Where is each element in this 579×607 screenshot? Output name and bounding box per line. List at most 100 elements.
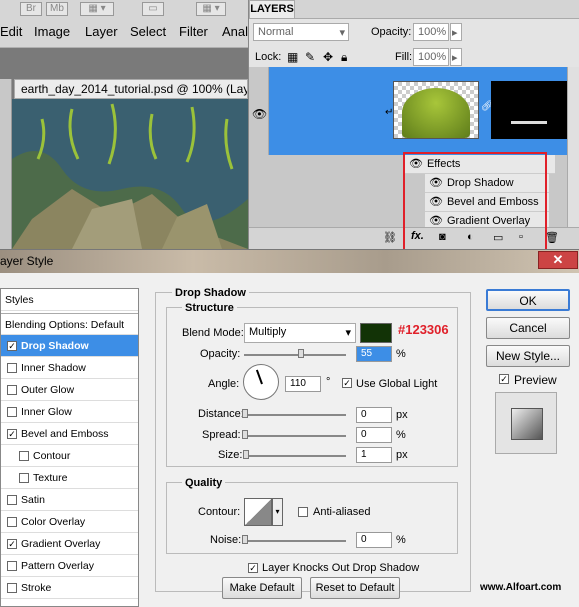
menu-analysis[interactable]: Anal — [222, 24, 248, 39]
style-item-inner-glow[interactable]: Inner Glow — [1, 401, 138, 423]
style-item-bevel-and-emboss[interactable]: ✓ Bevel and Emboss — [1, 423, 138, 445]
mini-bridge-button[interactable]: Mb — [46, 2, 68, 16]
opacity-slider[interactable] — [244, 354, 346, 356]
lock-transparent-icon[interactable]: ▦ — [287, 50, 298, 64]
style-item-gradient-overlay[interactable]: ✓ Gradient Overlay — [1, 533, 138, 555]
style-item-texture[interactable]: Texture — [1, 467, 138, 489]
layers-scrollbar[interactable] — [567, 67, 579, 227]
arrange-button[interactable]: ▦ ▾ — [196, 2, 226, 16]
style-checkbox[interactable] — [19, 473, 29, 483]
style-item-color-overlay[interactable]: Color Overlay — [1, 511, 138, 533]
fill-arrow[interactable]: ▸ — [450, 48, 462, 66]
lock-label: Lock: — [255, 51, 282, 63]
layer-mask-thumbnail[interactable] — [491, 81, 577, 139]
contour-dropdown[interactable]: ▾ — [272, 498, 283, 526]
tools-panel[interactable] — [0, 79, 12, 249]
spread-slider-knob[interactable] — [242, 430, 248, 439]
menu-layer[interactable]: Layer — [85, 24, 118, 39]
link-layers-icon[interactable]: ⛓︎ — [383, 231, 397, 244]
style-item-stroke[interactable]: Stroke — [1, 577, 138, 599]
distance-slider-knob[interactable] — [242, 409, 248, 418]
style-checkbox[interactable]: ✓ — [7, 539, 17, 549]
style-checkbox[interactable] — [7, 407, 17, 417]
style-checkbox[interactable]: ✓ — [7, 341, 17, 351]
anti-aliased-checkbox[interactable] — [298, 507, 308, 517]
view-extras-button[interactable]: ▦ ▾ — [80, 2, 114, 16]
style-checkbox[interactable] — [19, 451, 29, 461]
new-style-button[interactable]: New Style... — [486, 345, 570, 367]
reset-default-button[interactable]: Reset to Default — [310, 577, 400, 599]
contour-label: Contour: — [198, 506, 241, 518]
style-checkbox[interactable] — [7, 517, 17, 527]
noise-input[interactable]: 0 — [356, 532, 392, 548]
opacity-arrow[interactable]: ▸ — [450, 23, 462, 41]
angle-dial[interactable] — [243, 364, 279, 400]
layers-tab[interactable]: LAYERS — [249, 0, 295, 18]
bridge-button[interactable]: Br — [20, 2, 42, 16]
menu-filter[interactable]: Filter — [179, 24, 208, 39]
shadow-color-swatch[interactable] — [360, 323, 392, 343]
size-input[interactable]: 1 — [356, 447, 392, 463]
distance-slider[interactable] — [244, 414, 346, 416]
trash-icon[interactable]: 🗑︎ — [545, 231, 559, 244]
preview-checkbox[interactable]: ✓ — [499, 374, 509, 384]
spread-input[interactable]: 0 — [356, 427, 392, 443]
lock-pixels-icon[interactable]: ✎ — [305, 50, 315, 64]
style-checkbox[interactable] — [7, 495, 17, 505]
menu-image[interactable]: Image — [34, 24, 70, 39]
style-checkbox[interactable]: ✓ — [7, 429, 17, 439]
make-default-button[interactable]: Make Default — [222, 577, 302, 599]
opacity-input[interactable]: 55 — [356, 346, 392, 362]
menu-select[interactable]: Select — [130, 24, 166, 39]
dialog-titlebar[interactable] — [0, 249, 579, 273]
spread-slider[interactable] — [244, 435, 346, 437]
layers-header: Normal ▾ Opacity: 100% ▸ Lock: ▦ ✎ ✥ 🔒︎ F… — [249, 18, 579, 68]
global-light-checkbox[interactable]: ✓ — [342, 378, 352, 388]
zoom-button[interactable]: ▭ — [142, 2, 164, 16]
distance-input[interactable]: 0 — [356, 407, 392, 423]
style-checkbox[interactable] — [7, 583, 17, 593]
style-checkbox[interactable] — [7, 561, 17, 571]
blend-mode-dropdown[interactable]: Multiply ▾ — [244, 323, 356, 343]
noise-slider[interactable] — [244, 540, 346, 542]
style-item-outer-glow[interactable]: Outer Glow — [1, 379, 138, 401]
style-item-satin[interactable]: Satin — [1, 489, 138, 511]
canvas[interactable] — [12, 99, 248, 249]
style-checkbox[interactable] — [7, 363, 17, 373]
spread-label: Spread: — [202, 429, 241, 441]
style-checkbox[interactable] — [7, 385, 17, 395]
menu-edit[interactable]: Edit — [0, 24, 22, 39]
size-slider-knob[interactable] — [243, 450, 249, 459]
lock-all-icon[interactable]: 🔒︎ — [341, 50, 347, 65]
style-item-inner-shadow[interactable]: Inner Shadow — [1, 357, 138, 379]
eye-icon[interactable]: 👁︎ — [252, 107, 267, 121]
noise-label: Noise: — [210, 534, 242, 546]
style-item-pattern-overlay[interactable]: Pattern Overlay — [1, 555, 138, 577]
effects-arrow-icon[interactable]: ↵ — [385, 107, 393, 118]
document-tab[interactable]: earth_day_2014_tutorial.psd @ 100% (Laye — [14, 79, 248, 99]
style-item-drop-shadow[interactable]: ✓ Drop Shadow — [1, 335, 138, 357]
blend-mode-select[interactable]: Normal ▾ — [253, 23, 349, 41]
mask-highlight — [511, 121, 547, 124]
layer-row[interactable]: 🔗︎ ↵ — [249, 67, 579, 155]
knocks-out-checkbox[interactable]: ✓ — [248, 563, 258, 573]
quality-title: Quality — [182, 477, 226, 489]
opacity-slider-knob[interactable] — [298, 349, 304, 358]
style-item-contour[interactable]: Contour — [1, 445, 138, 467]
noise-unit: % — [396, 534, 406, 546]
angle-input[interactable]: 110 — [285, 376, 321, 392]
fill-input[interactable]: 100% — [413, 48, 449, 66]
lock-position-icon[interactable]: ✥ — [323, 50, 333, 64]
blending-options[interactable]: Blending Options: Default — [1, 313, 138, 335]
opacity-input[interactable]: 100% — [413, 23, 449, 41]
size-slider[interactable] — [244, 455, 346, 457]
close-button[interactable]: ✕ — [538, 251, 578, 269]
cancel-button[interactable]: Cancel — [486, 317, 570, 339]
menu-bar: Br Mb ▦ ▾ ▭ ▦ ▾ Edit Image Layer Select … — [0, 0, 250, 48]
noise-slider-knob[interactable] — [242, 535, 248, 544]
styles-header[interactable]: Styles — [1, 289, 138, 311]
ok-button[interactable]: OK — [486, 289, 570, 311]
annotation-highlight-box — [403, 152, 547, 254]
contour-picker[interactable] — [244, 498, 272, 526]
color-annotation: #123306 — [398, 322, 449, 337]
